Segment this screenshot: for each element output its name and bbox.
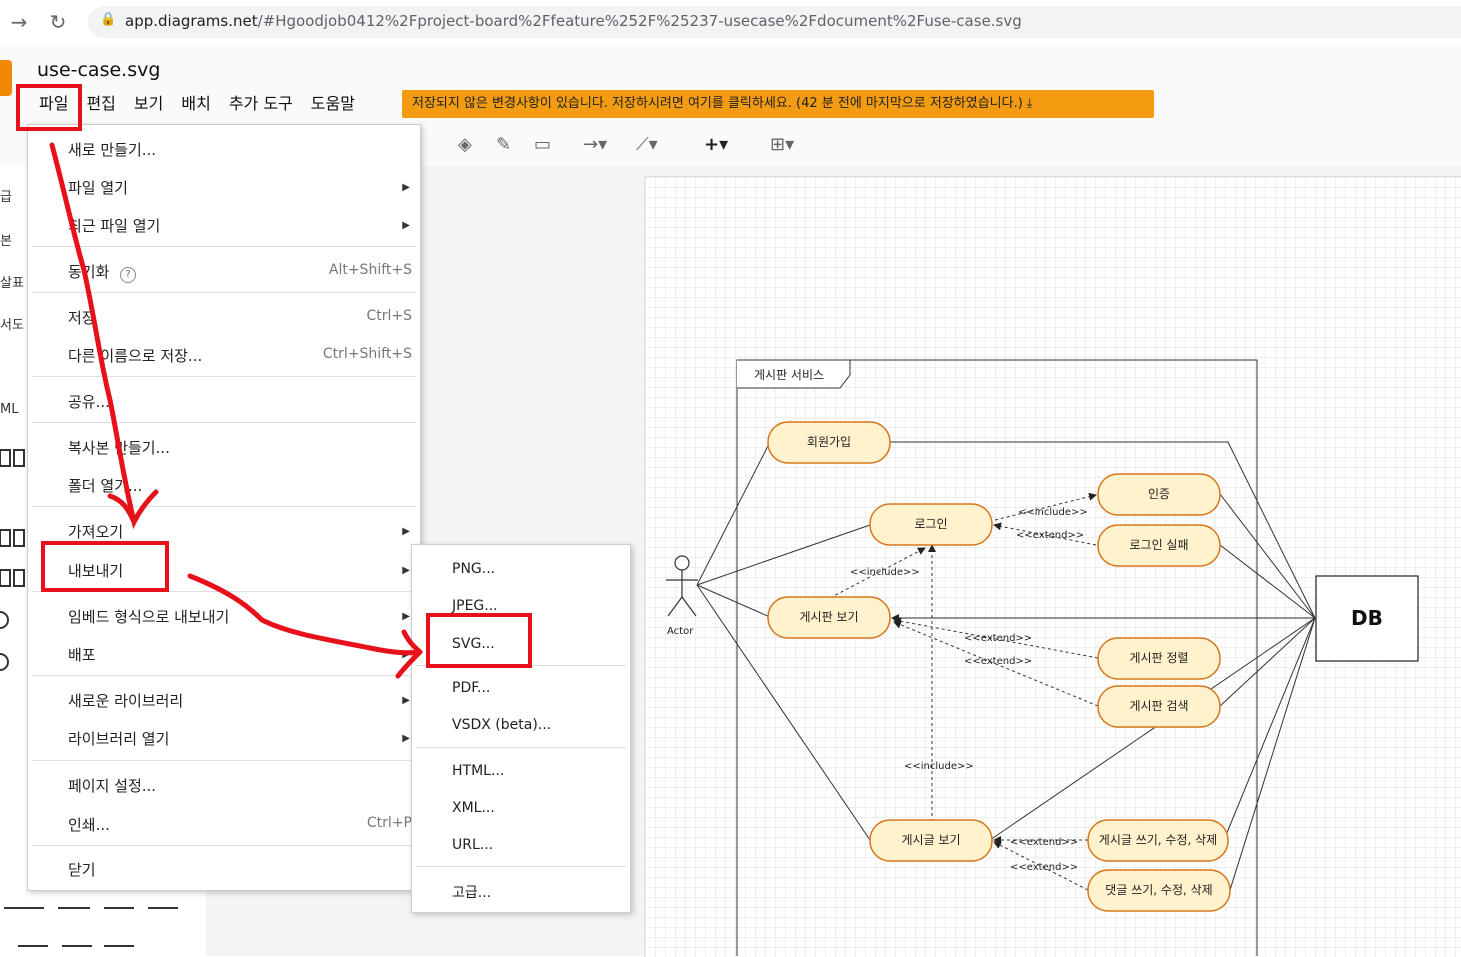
menu-separator	[32, 292, 416, 293]
submenu-arrow-icon: ▶	[402, 220, 410, 231]
menu-item-save[interactable]: 저장	[68, 307, 96, 328]
export-jpeg[interactable]: JPEG...	[452, 598, 498, 614]
export-url[interactable]: URL...	[452, 837, 493, 853]
menu-item-embed[interactable]: 임베드 형식으로 내보내기	[68, 606, 229, 627]
menu-separator	[416, 866, 626, 867]
menu-item-open-recent[interactable]: 최근 파일 열기	[68, 215, 160, 236]
extend-label: <<extend>>	[964, 656, 1032, 667]
help-icon[interactable]: ?	[120, 267, 137, 283]
highlight-export-item	[41, 541, 169, 592]
file-menu-dropdown: 새로 만들기... 파일 열기 ▶ 최근 파일 열기 ▶ 동기화 ? Alt+S…	[27, 124, 421, 891]
usecase-label: 댓글 쓰기, 수정, 삭제	[1105, 883, 1212, 897]
include-label: <<include>>	[850, 567, 920, 578]
submenu-arrow-icon: ▶	[402, 649, 410, 660]
menu-separator	[32, 246, 416, 247]
export-submenu: PNG... JPEG... SVG... PDF... VSDX (beta)…	[411, 544, 631, 913]
actor-figure[interactable]	[666, 555, 698, 617]
menu-item-import[interactable]: 가져오기	[68, 521, 123, 542]
menu-separator	[32, 760, 416, 761]
shortcut-label: Ctrl+P	[366, 815, 412, 831]
menu-item-save-as[interactable]: 다른 이름으로 저장...	[68, 345, 202, 366]
menu-separator	[32, 675, 416, 676]
usecase-label: 로그인 실패	[1129, 538, 1188, 552]
menu-item-new[interactable]: 새로 만들기...	[68, 139, 156, 160]
menu-item-open[interactable]: 파일 열기	[68, 177, 128, 198]
submenu-arrow-icon: ▶	[402, 182, 410, 193]
menu-item-label: 동기화	[68, 263, 110, 281]
highlight-file-menu	[16, 84, 82, 131]
menu-item-page-setup[interactable]: 페이지 설정...	[68, 775, 156, 796]
actor-label: Actor	[667, 626, 694, 637]
menu-item-new-library[interactable]: 새로운 라이브러리	[68, 690, 183, 711]
usecase-label: 회원가입	[807, 435, 851, 449]
submenu-arrow-icon: ▶	[402, 526, 410, 537]
menu-separator	[32, 845, 416, 846]
usecase-label: 게시판 보기	[799, 610, 858, 624]
menu-separator	[32, 422, 416, 423]
submenu-arrow-icon: ▶	[402, 565, 410, 576]
menu-separator	[32, 376, 416, 377]
usecase-label: 게시판 정렬	[1129, 651, 1188, 665]
export-advanced[interactable]: 고급...	[452, 882, 491, 902]
highlight-svg-item	[426, 613, 532, 668]
extend-label: <<extend>>	[964, 633, 1032, 644]
extend-label: <<extend>>	[1010, 837, 1078, 848]
frame-title: 게시판 서비스	[754, 368, 824, 382]
usecase-label: 로그인	[914, 517, 947, 531]
menu-item-close[interactable]: 닫기	[68, 859, 96, 880]
menu-item-make-copy[interactable]: 복사본 만들기...	[68, 437, 170, 458]
submenu-arrow-icon: ▶	[402, 611, 410, 622]
extend-label: <<extend>>	[1016, 530, 1084, 541]
usecase-label: 게시글 쓰기, 수정, 삭제	[1099, 833, 1217, 847]
export-pdf[interactable]: PDF...	[452, 680, 490, 696]
include-label: <<include>>	[1018, 507, 1088, 518]
menu-item-publish[interactable]: 배포	[68, 644, 96, 665]
db-label: DB	[1351, 606, 1383, 630]
include-label: <<include>>	[904, 761, 974, 772]
menu-item-synchronize[interactable]: 동기화 ?	[68, 261, 137, 283]
usecase-label: 인증	[1148, 487, 1170, 501]
menu-item-open-folder[interactable]: 폴더 열기...	[68, 475, 142, 496]
usecase-label: 게시글 보기	[901, 833, 960, 847]
menu-item-share[interactable]: 공유...	[68, 391, 110, 412]
extend-label: <<extend>>	[1010, 862, 1078, 873]
export-html[interactable]: HTML...	[452, 763, 504, 779]
export-png[interactable]: PNG...	[452, 561, 495, 577]
submenu-arrow-icon: ▶	[402, 695, 410, 706]
shortcut-label: Alt+Shift+S	[328, 262, 412, 278]
menu-separator	[32, 506, 416, 507]
menu-item-print[interactable]: 인쇄...	[68, 814, 110, 835]
submenu-arrow-icon: ▶	[402, 733, 410, 744]
menu-item-open-library[interactable]: 라이브러리 열기	[68, 728, 169, 749]
usecase-label: 게시판 검색	[1129, 699, 1188, 713]
shortcut-label: Ctrl+S	[366, 308, 412, 324]
menu-separator	[416, 747, 626, 748]
export-xml[interactable]: XML...	[452, 800, 495, 816]
export-vsdx[interactable]: VSDX (beta)...	[452, 717, 551, 733]
shortcut-label: Ctrl+Shift+S	[322, 346, 412, 362]
